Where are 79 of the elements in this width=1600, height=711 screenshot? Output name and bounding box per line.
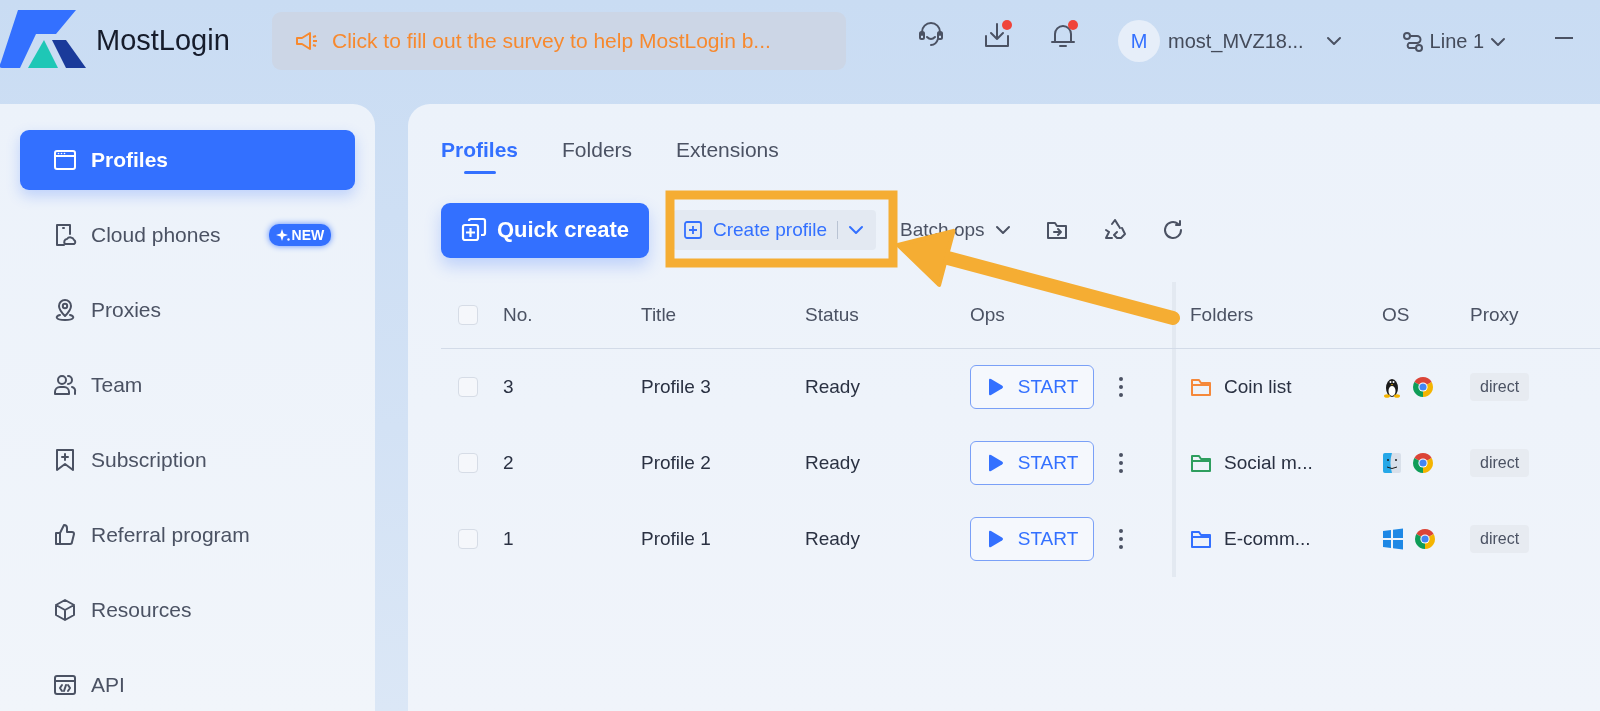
more-icon[interactable]: [1118, 452, 1124, 474]
start-button[interactable]: START: [970, 365, 1094, 409]
megaphone-icon: [294, 30, 320, 52]
sidebar-item[interactable]: Resources: [20, 580, 355, 640]
checkbox[interactable]: [458, 453, 478, 473]
table-cell-text: Ready: [805, 376, 861, 398]
table-cell: Coin list: [1224, 376, 1292, 398]
line-selector[interactable]: Line 1: [1401, 30, 1507, 53]
sidebar-item[interactable]: Cloud phones NEW: [20, 205, 355, 265]
start-button[interactable]: START: [970, 441, 1094, 485]
column-header: Title: [641, 304, 678, 326]
tab[interactable]: Extensions: [676, 138, 779, 174]
sidebar-item[interactable]: Team: [20, 355, 355, 415]
chevron-icon: [1325, 36, 1342, 46]
logo-icon: [0, 10, 86, 70]
table-cell-text: 1: [503, 528, 515, 550]
minimize-icon: [1554, 36, 1575, 40]
penguin-icon: [1382, 376, 1402, 398]
column-header: Folders: [1172, 282, 1382, 348]
route-icon: [1401, 30, 1424, 53]
phone-cloud-icon: [53, 223, 77, 247]
table-cell-text: Ready: [805, 528, 861, 550]
avatar: M: [1118, 20, 1160, 62]
table-cell: E-comm...: [1224, 528, 1311, 550]
more-icon[interactable]: [1118, 528, 1124, 550]
chrome-icon: [1414, 528, 1436, 550]
table-cell-text: Profile 1: [641, 528, 712, 550]
code-window-icon: [53, 673, 77, 697]
tab[interactable]: Folders: [562, 138, 633, 174]
table-cell: Social m...: [1224, 452, 1313, 474]
cube-icon: [53, 598, 77, 622]
more-icon[interactable]: [1118, 376, 1124, 398]
banner-text: Click to fill out the survey to help MostLogin b...: [332, 29, 771, 53]
user-name: most_MVZ18...: [1168, 29, 1304, 53]
app-name: MostLogin: [96, 23, 230, 57]
start-button[interactable]: START: [970, 517, 1094, 561]
table-cell-text: Profile 2: [641, 452, 712, 474]
column-header: Status: [805, 304, 860, 326]
sidebar-item[interactable]: Subscription: [20, 430, 355, 490]
account-menu[interactable]: M most_MVZ18...: [1118, 20, 1342, 62]
chrome-icon: [1412, 376, 1434, 398]
table-cell-text: Ready: [805, 452, 861, 474]
column-header: Proxy: [1470, 304, 1520, 326]
column-header: OS: [1382, 304, 1411, 326]
location-pin-icon: [53, 298, 77, 322]
windows-icon: [1382, 528, 1404, 550]
column-header: No.: [503, 304, 534, 326]
proxy-tag: direct: [1470, 373, 1530, 401]
finder-face-icon: [1382, 452, 1402, 474]
copy-plus-icon: [460, 217, 487, 243]
chevron-icon: [994, 225, 1011, 235]
plus-square-icon: [683, 220, 703, 240]
table-cell-text: 3: [503, 376, 515, 398]
proxy-tag: direct: [1470, 525, 1530, 553]
quick-create-button[interactable]: Quick create: [441, 202, 649, 258]
sidebar-item[interactable]: Proxies: [20, 280, 355, 340]
sparkle-icon: [275, 228, 290, 242]
proxy-tag: direct: [1470, 449, 1530, 477]
checkbox[interactable]: [458, 529, 478, 549]
sidebar-item[interactable]: Profiles: [20, 130, 355, 190]
tab[interactable]: Profiles: [441, 138, 519, 174]
badge-text: NEW: [291, 227, 325, 243]
create-profile-button[interactable]: Create profile: [673, 210, 877, 250]
table-cell-text: 2: [503, 452, 515, 474]
download-icon[interactable]: [982, 20, 1012, 50]
bookmark-plus-icon: [53, 448, 77, 472]
checkbox[interactable]: [458, 305, 478, 325]
checkbox[interactable]: [458, 377, 478, 397]
browser-window-icon: [53, 148, 77, 172]
column-header: Ops: [970, 304, 1006, 326]
chevron-icon: [848, 225, 865, 235]
sidebar-item[interactable]: API: [20, 655, 355, 711]
minimize-button[interactable]: [1554, 36, 1575, 40]
chrome-icon: [1412, 452, 1434, 474]
sidebar-item[interactable]: Referral program: [20, 505, 355, 565]
thumbs-up-icon: [53, 523, 77, 547]
users-icon: [53, 373, 77, 397]
table-cell-text: Profile 3: [641, 376, 712, 398]
chevron-icon: [1490, 36, 1507, 47]
